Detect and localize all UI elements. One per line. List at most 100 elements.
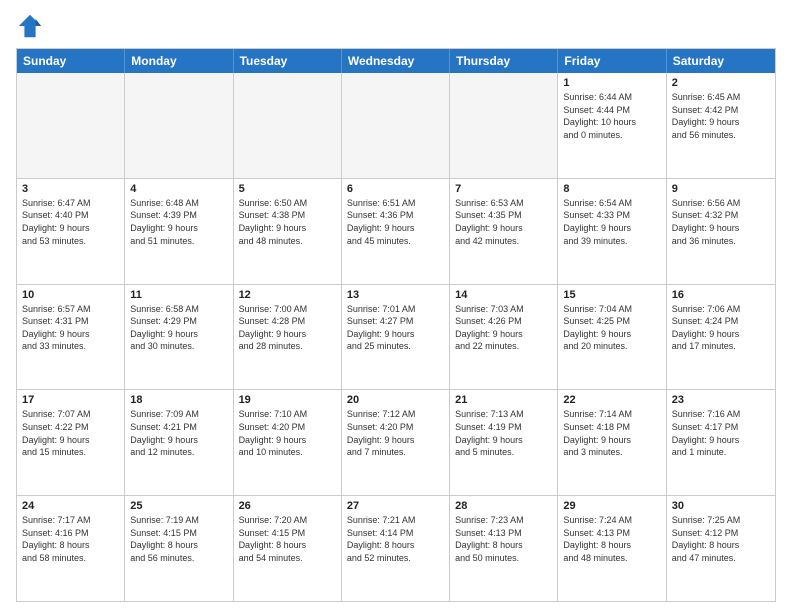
day-number: 1: [563, 77, 660, 89]
calendar-cell: 9 Sunrise: 6:56 AM Sunset: 4:32 PM Daylig…: [667, 179, 775, 284]
day-number: 30: [672, 500, 770, 512]
weekday-header-thursday: Thursday: [450, 49, 558, 73]
calendar-cell: 16 Sunrise: 7:06 AM Sunset: 4:24 PM Dayli…: [667, 285, 775, 390]
day-number: 21: [455, 394, 552, 406]
day-number: 28: [455, 500, 552, 512]
calendar-cell: 29Sunrise: 7:24 AM Sunset: 4:13 PM Dayli…: [558, 496, 666, 601]
header: [16, 12, 776, 40]
calendar-row-2: 10 Sunrise: 6:57 AM Sunset: 4:31 PM Dayli…: [17, 284, 775, 390]
day-number: 7: [455, 183, 552, 195]
day-number: 18: [130, 394, 227, 406]
calendar-cell: 18Sunrise: 7:09 AM Sunset: 4:21 PM Dayli…: [125, 390, 233, 495]
calendar-cell: [450, 73, 558, 178]
day-number: 12: [239, 289, 336, 301]
calendar-cell: 19 Sunrise: 7:10 AM Sunset: 4:20 PM Dayli…: [234, 390, 342, 495]
cell-info: Sunrise: 7:00 AM Sunset: 4:28 PM Dayligh…: [239, 303, 336, 353]
calendar-cell: 11 Sunrise: 6:58 AM Sunset: 4:29 PM Dayli…: [125, 285, 233, 390]
cell-info: Sunrise: 7:20 AM Sunset: 4:15 PM Dayligh…: [239, 514, 336, 564]
day-number: 2: [672, 77, 770, 89]
cell-info: Sunrise: 6:50 AM Sunset: 4:38 PM Dayligh…: [239, 197, 336, 247]
calendar-cell: 15Sunrise: 7:04 AM Sunset: 4:25 PM Dayli…: [558, 285, 666, 390]
logo: [16, 12, 47, 40]
cell-info: Sunrise: 6:54 AM Sunset: 4:33 PM Dayligh…: [563, 197, 660, 247]
calendar-cell: 22Sunrise: 7:14 AM Sunset: 4:18 PM Dayli…: [558, 390, 666, 495]
day-number: 23: [672, 394, 770, 406]
cell-info: Sunrise: 6:53 AM Sunset: 4:35 PM Dayligh…: [455, 197, 552, 247]
calendar-cell: 25 Sunrise: 7:19 AM Sunset: 4:15 PM Dayli…: [125, 496, 233, 601]
cell-info: Sunrise: 6:58 AM Sunset: 4:29 PM Dayligh…: [130, 303, 227, 353]
cell-info: Sunrise: 6:56 AM Sunset: 4:32 PM Dayligh…: [672, 197, 770, 247]
calendar-cell: 23 Sunrise: 7:16 AM Sunset: 4:17 PM Dayli…: [667, 390, 775, 495]
cell-info: Sunrise: 7:21 AM Sunset: 4:14 PM Dayligh…: [347, 514, 444, 564]
day-number: 22: [563, 394, 660, 406]
day-number: 9: [672, 183, 770, 195]
cell-info: Sunrise: 7:04 AM Sunset: 4:25 PM Dayligh…: [563, 303, 660, 353]
cell-info: Sunrise: 7:23 AM Sunset: 4:13 PM Dayligh…: [455, 514, 552, 564]
calendar-row-4: 24Sunrise: 7:17 AM Sunset: 4:16 PM Dayli…: [17, 495, 775, 601]
cell-info: Sunrise: 6:45 AM Sunset: 4:42 PM Dayligh…: [672, 91, 770, 141]
cell-info: Sunrise: 7:13 AM Sunset: 4:19 PM Dayligh…: [455, 408, 552, 458]
calendar-cell: 6 Sunrise: 6:51 AM Sunset: 4:36 PM Daylig…: [342, 179, 450, 284]
day-number: 24: [22, 500, 119, 512]
weekday-header-monday: Monday: [125, 49, 233, 73]
day-number: 4: [130, 183, 227, 195]
logo-icon: [16, 12, 44, 40]
day-number: 16: [672, 289, 770, 301]
cell-info: Sunrise: 7:10 AM Sunset: 4:20 PM Dayligh…: [239, 408, 336, 458]
weekday-header-friday: Friday: [558, 49, 666, 73]
day-number: 17: [22, 394, 119, 406]
day-number: 14: [455, 289, 552, 301]
page: SundayMondayTuesdayWednesdayThursdayFrid…: [0, 0, 792, 612]
cell-info: Sunrise: 6:57 AM Sunset: 4:31 PM Dayligh…: [22, 303, 119, 353]
calendar-cell: 8Sunrise: 6:54 AM Sunset: 4:33 PM Daylig…: [558, 179, 666, 284]
calendar-cell: 7 Sunrise: 6:53 AM Sunset: 4:35 PM Daylig…: [450, 179, 558, 284]
day-number: 3: [22, 183, 119, 195]
day-number: 27: [347, 500, 444, 512]
calendar-header: SundayMondayTuesdayWednesdayThursdayFrid…: [17, 49, 775, 73]
calendar-cell: 3 Sunrise: 6:47 AM Sunset: 4:40 PM Daylig…: [17, 179, 125, 284]
cell-info: Sunrise: 7:06 AM Sunset: 4:24 PM Dayligh…: [672, 303, 770, 353]
calendar-cell: 4 Sunrise: 6:48 AM Sunset: 4:39 PM Daylig…: [125, 179, 233, 284]
calendar-cell: 26 Sunrise: 7:20 AM Sunset: 4:15 PM Dayli…: [234, 496, 342, 601]
cell-info: Sunrise: 7:03 AM Sunset: 4:26 PM Dayligh…: [455, 303, 552, 353]
day-number: 5: [239, 183, 336, 195]
cell-info: Sunrise: 6:47 AM Sunset: 4:40 PM Dayligh…: [22, 197, 119, 247]
day-number: 6: [347, 183, 444, 195]
calendar-cell: 2 Sunrise: 6:45 AM Sunset: 4:42 PM Daylig…: [667, 73, 775, 178]
cell-info: Sunrise: 7:07 AM Sunset: 4:22 PM Dayligh…: [22, 408, 119, 458]
cell-info: Sunrise: 6:51 AM Sunset: 4:36 PM Dayligh…: [347, 197, 444, 247]
day-number: 20: [347, 394, 444, 406]
calendar-cell: [342, 73, 450, 178]
weekday-header-tuesday: Tuesday: [234, 49, 342, 73]
day-number: 19: [239, 394, 336, 406]
calendar-row-1: 3 Sunrise: 6:47 AM Sunset: 4:40 PM Daylig…: [17, 178, 775, 284]
cell-info: Sunrise: 6:48 AM Sunset: 4:39 PM Dayligh…: [130, 197, 227, 247]
weekday-header-wednesday: Wednesday: [342, 49, 450, 73]
cell-info: Sunrise: 7:19 AM Sunset: 4:15 PM Dayligh…: [130, 514, 227, 564]
calendar-cell: [17, 73, 125, 178]
calendar-body: 1 Sunrise: 6:44 AM Sunset: 4:44 PM Daylig…: [17, 73, 775, 601]
day-number: 26: [239, 500, 336, 512]
day-number: 11: [130, 289, 227, 301]
cell-info: Sunrise: 7:01 AM Sunset: 4:27 PM Dayligh…: [347, 303, 444, 353]
calendar-cell: 14 Sunrise: 7:03 AM Sunset: 4:26 PM Dayli…: [450, 285, 558, 390]
cell-info: Sunrise: 6:44 AM Sunset: 4:44 PM Dayligh…: [563, 91, 660, 141]
calendar-cell: 21 Sunrise: 7:13 AM Sunset: 4:19 PM Dayli…: [450, 390, 558, 495]
calendar-cell: 1 Sunrise: 6:44 AM Sunset: 4:44 PM Daylig…: [558, 73, 666, 178]
calendar-cell: 28 Sunrise: 7:23 AM Sunset: 4:13 PM Dayli…: [450, 496, 558, 601]
calendar-cell: 13Sunrise: 7:01 AM Sunset: 4:27 PM Dayli…: [342, 285, 450, 390]
calendar-row-3: 17 Sunrise: 7:07 AM Sunset: 4:22 PM Dayli…: [17, 389, 775, 495]
weekday-header-sunday: Sunday: [17, 49, 125, 73]
day-number: 25: [130, 500, 227, 512]
calendar-cell: [234, 73, 342, 178]
calendar-cell: 27 Sunrise: 7:21 AM Sunset: 4:14 PM Dayli…: [342, 496, 450, 601]
cell-info: Sunrise: 7:12 AM Sunset: 4:20 PM Dayligh…: [347, 408, 444, 458]
calendar: SundayMondayTuesdayWednesdayThursdayFrid…: [16, 48, 776, 602]
calendar-cell: 17 Sunrise: 7:07 AM Sunset: 4:22 PM Dayli…: [17, 390, 125, 495]
cell-info: Sunrise: 7:24 AM Sunset: 4:13 PM Dayligh…: [563, 514, 660, 564]
calendar-cell: 30Sunrise: 7:25 AM Sunset: 4:12 PM Dayli…: [667, 496, 775, 601]
calendar-cell: [125, 73, 233, 178]
day-number: 10: [22, 289, 119, 301]
calendar-cell: 10 Sunrise: 6:57 AM Sunset: 4:31 PM Dayli…: [17, 285, 125, 390]
cell-info: Sunrise: 7:16 AM Sunset: 4:17 PM Dayligh…: [672, 408, 770, 458]
